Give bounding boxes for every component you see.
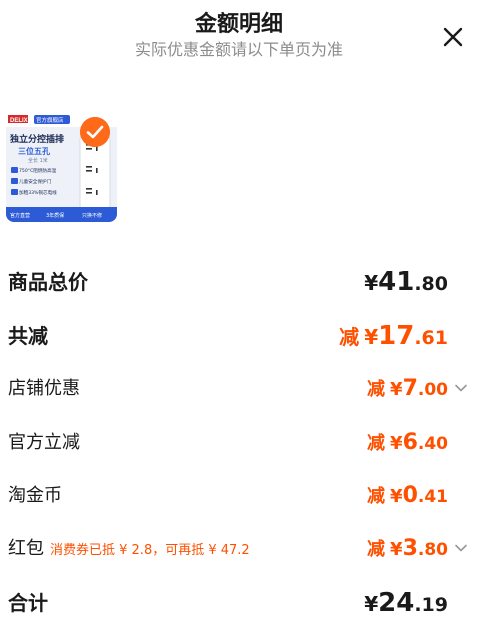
official-discount-amount: 减 ¥6.40 [366,430,448,455]
page-subtitle: 实际优惠金额请以下单页为准 [134,40,343,59]
row-shop-discount[interactable]: 店铺优惠 减 ¥7.00 [0,369,478,409]
red-packet-label-wrap: 红包 消费券已抵 ¥ 2.8，可再抵 ¥ 47.2 [8,529,250,571]
row-red-packet[interactable]: 红包 消费券已抵 ¥ 2.8，可再抵 ¥ 47.2 减 ¥3.80 [0,529,478,569]
footer-tag-3: 只换不修 [82,212,102,219]
row-taojinbi: 淘金币 减 ¥0.41 [0,476,478,516]
official-discount-label: 官方立减 [8,432,80,453]
store-badge: 官方旗舰店 [36,116,64,124]
selected-check-icon[interactable] [80,117,110,147]
feature-3: 加粗33%铜芯电线 [19,189,57,196]
row-sum: 合计 ¥24.19 [0,583,478,623]
chevron-down-icon[interactable] [454,381,468,395]
footer-tag-2: 3年质保 [46,212,64,219]
close-icon[interactable] [436,20,470,54]
sum-amount: ¥24.19 [364,588,448,618]
row-official-discount: 官方立减 减 ¥6.40 [0,423,478,463]
page-title: 金额明细 [194,12,283,37]
header: 金额明细 实际优惠金额请以下单页为准 [0,0,478,64]
red-packet-label: 红包 [8,538,44,559]
product-name-line2: 三位五孔 [18,146,50,156]
taojinbi-label: 淘金币 [8,485,62,506]
coupon-note: 消费券已抵 ¥ 2.8，可再抵 ¥ 47.2 [50,543,250,558]
sum-label: 合计 [8,591,48,615]
shop-discount-amount: 减 ¥7.00 [366,376,448,401]
total-price-amount: ¥41.80 [364,267,448,297]
product-spec: 全长 1米 [28,157,48,164]
chevron-down-icon[interactable] [454,541,468,555]
red-packet-amount: 减 ¥3.80 [366,536,448,561]
shop-discount-label: 店铺优惠 [8,378,80,399]
product-name-line1: 独立分控插排 [9,133,64,145]
row-total-price: 商品总价 ¥41.80 [0,262,478,302]
discount-total-amount: 减 ¥17.61 [339,321,448,351]
brand-logo: DELIXI [10,118,30,124]
footer-tag-1: 官方直营 [10,212,30,219]
row-discount-total: 共减 减 ¥17.61 [0,316,478,356]
feature-2: 儿童安全保护门 [19,178,52,185]
discount-total-label: 共减 [8,324,48,348]
total-price-label: 商品总价 [8,270,88,294]
taojinbi-amount: 减 ¥0.41 [366,483,448,508]
feature-1: 750°C阻燃防高温 [19,167,57,174]
